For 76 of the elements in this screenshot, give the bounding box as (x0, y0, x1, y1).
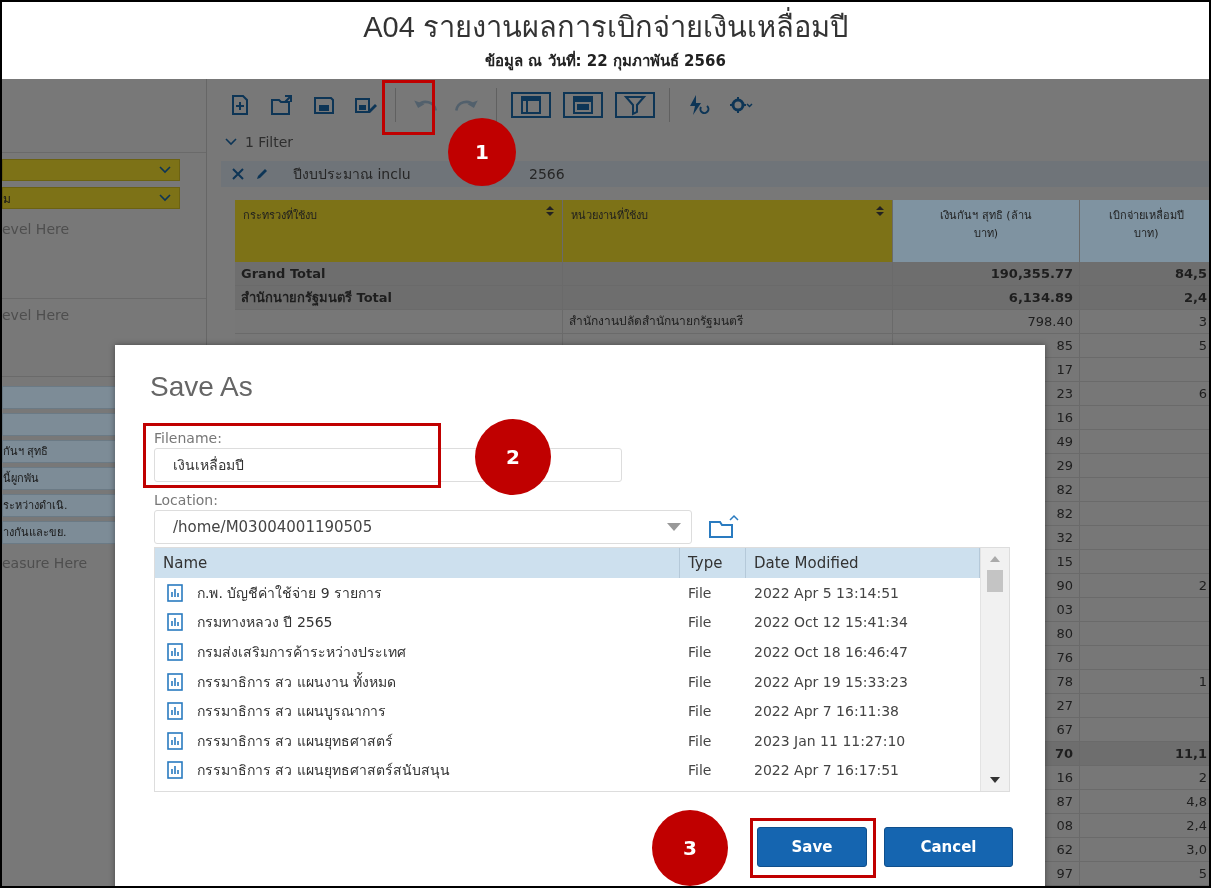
scroll-thumb[interactable] (987, 570, 1003, 592)
table-cell: 2,4 (1080, 286, 1209, 309)
chevron-down-icon (159, 166, 171, 174)
chevron-down-icon (159, 194, 171, 202)
table-cell: 2 (1080, 574, 1209, 597)
filter-text: 2566 (529, 166, 565, 182)
file-name[interactable]: กรมทางหลวง ปี 2565 (197, 611, 333, 634)
report-file-icon (167, 643, 183, 661)
file-type: File (687, 644, 713, 660)
file-type: File (687, 673, 713, 690)
report-file-icon (167, 672, 183, 691)
table-cell: 798.40 (893, 310, 1080, 333)
file-name[interactable]: กรรมาธิการ สว แผนยุทธศาสตร์ (197, 729, 393, 752)
funnel-icon (623, 94, 647, 116)
panel-layout-button[interactable] (511, 92, 551, 118)
pencil-icon (255, 167, 269, 181)
scrollbar[interactable] (980, 548, 1009, 791)
report-date: ข้อมูล ณ วันที่: 22 กุมภาพันธ์ 2566 (485, 49, 726, 73)
dialog-title: Save As (150, 370, 254, 404)
table-cell: 1 (1080, 670, 1209, 693)
table-cell: 6 (1080, 382, 1209, 405)
file-type: File (687, 614, 713, 631)
table-cell: 5 (1080, 334, 1209, 357)
table-icon (571, 94, 595, 116)
report-title: A04 รายงานผลการเบิกจ่ายเงินเหลื่อมปี (363, 8, 848, 45)
folder-up-icon (708, 514, 740, 540)
file-type: File (687, 584, 713, 601)
report-file-icon (167, 583, 183, 602)
funnel-button[interactable] (615, 92, 655, 118)
file-name[interactable]: กรรมาธิการ สว แผนงาน ทั้งหมด (197, 670, 397, 693)
table-cell: 2,4 (1080, 814, 1209, 837)
file-name[interactable]: กรมส่งเสริมการค้าระหว่างประเทศ (197, 641, 406, 663)
highlight-frame (382, 80, 435, 135)
table-cell: 3,0 (1080, 838, 1209, 861)
column-header[interactable]: Name (155, 548, 680, 578)
folder-arrow-icon (270, 94, 294, 116)
row-field-dropdown[interactable] (2, 159, 180, 181)
table-cell: สำนักนายกรัฐมนตรี Total (235, 286, 563, 309)
table-cell: 11,1 (1080, 742, 1209, 765)
lightning-refresh-icon (687, 94, 711, 116)
filter-text: ปีงบประมาณ inclu (293, 165, 411, 184)
cancel-button[interactable]: Cancel (884, 827, 1013, 867)
scroll-up-icon (990, 556, 1000, 562)
table-cell: Grand Total (235, 262, 563, 285)
location-dropdown[interactable]: /home/M03004001190505 (154, 510, 692, 544)
column-header[interactable]: เงินกันฯ สุทธิ (ล้าน บาท) (893, 200, 1080, 262)
panel-layout-icon (519, 94, 543, 116)
report-file-icon (167, 731, 183, 750)
file-type: File (687, 703, 713, 720)
table-cell: สำนักงานปลัดสำนักนายกรัฐมนตรี (563, 310, 893, 333)
column-header[interactable]: Type (680, 548, 746, 578)
table-cell: 2 (1080, 766, 1209, 789)
row-field-dropdown[interactable]: ม (2, 187, 180, 209)
save-button[interactable]: Save (757, 827, 867, 867)
file-type: File (687, 762, 713, 779)
scroll-down-icon (990, 777, 1000, 783)
file-name[interactable]: กรรมาธิการ สว แผนยุทธศาสตร์สนับสนุน (197, 759, 450, 782)
table-cell: 5 (1080, 862, 1209, 885)
file-name[interactable]: กรรมาธิการ สว แผนบูรณาการ (197, 700, 386, 723)
table-cell: 4,8 (1080, 790, 1209, 813)
redo-icon (455, 98, 479, 112)
file-type: File (687, 732, 713, 749)
table-cell: 190,355.77 (893, 262, 1080, 285)
table-cell: 6,134.89 (893, 286, 1080, 309)
report-file-icon (167, 702, 183, 721)
settings-icon (729, 94, 753, 116)
table-cell: 84,5 (1080, 262, 1209, 285)
table-cell: 3 (1080, 310, 1209, 333)
undo-icon (413, 98, 437, 112)
report-file-icon (167, 761, 183, 780)
close-icon (231, 167, 245, 181)
caret-icon (667, 523, 681, 531)
column-header[interactable]: เบิกจ่ายเหลื่อมปี บาท) (1080, 200, 1209, 262)
file-name[interactable]: ก.พ. บัญชีค่าใช้จ่าย 9 รายการ (197, 581, 383, 604)
table-button[interactable] (563, 92, 603, 118)
report-file-icon (167, 613, 183, 632)
